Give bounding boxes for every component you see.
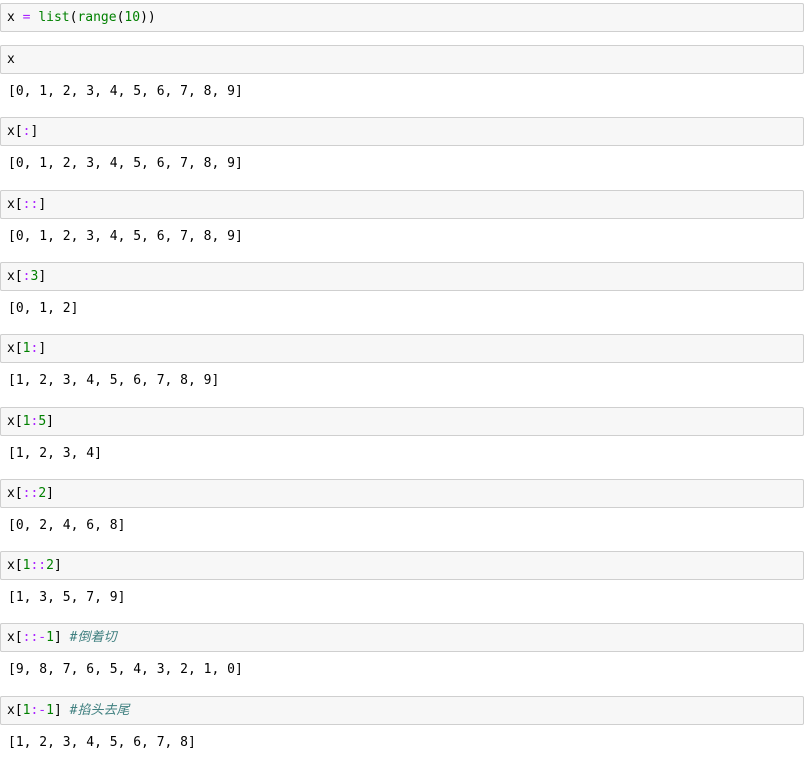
code-token-var: ] xyxy=(30,124,39,139)
code-token-builtin: list xyxy=(38,10,70,25)
code-token-var: x[ xyxy=(7,486,23,501)
code-line[interactable]: x[1:-1] #掐头去尾 xyxy=(7,703,129,719)
code-token-op: :: xyxy=(30,558,47,573)
code-token-num: 5 xyxy=(38,414,47,429)
cell-output: [1, 2, 3, 4, 5, 6, 7, 8, 9] xyxy=(8,373,220,388)
code-line[interactable]: x[1:] xyxy=(7,341,46,357)
code-token-var: ] xyxy=(53,558,62,573)
code-token-var: x[ xyxy=(7,630,23,645)
code-token-num: 2 xyxy=(38,486,47,501)
cell-output: [0, 1, 2, 3, 4, 5, 6, 7, 8, 9] xyxy=(8,156,243,171)
cell-output: [1, 2, 3, 4, 5, 6, 7, 8] xyxy=(8,735,196,750)
code-cell-input[interactable]: x[::-1] #倒着切 xyxy=(0,623,804,652)
code-token-var: ] xyxy=(53,630,70,645)
code-token-var: x[ xyxy=(7,341,23,356)
cell-output: [9, 8, 7, 6, 5, 4, 3, 2, 1, 0] xyxy=(8,662,243,677)
code-line[interactable]: x = list(range(10)) xyxy=(7,10,156,26)
code-cell-input[interactable]: x[1:] xyxy=(0,334,804,363)
code-line[interactable]: x[1::2] xyxy=(7,558,62,574)
code-token-op: :- xyxy=(30,703,47,718)
code-token-var: x[ xyxy=(7,414,23,429)
code-line[interactable]: x xyxy=(7,52,15,68)
code-line[interactable]: x[:] xyxy=(7,124,38,140)
code-cell-input[interactable]: x[::] xyxy=(0,190,804,219)
code-cell-input[interactable]: x[1::2] xyxy=(0,551,804,580)
code-token-var: x xyxy=(7,52,15,67)
code-token-var: )) xyxy=(140,10,156,25)
code-token-builtin: range xyxy=(77,10,117,25)
code-token-var: x[ xyxy=(7,269,23,284)
code-token-var: ] xyxy=(46,486,54,501)
code-token-num: 1 xyxy=(46,630,54,645)
code-token-var: ] xyxy=(38,269,47,284)
code-cell-input[interactable]: x[::2] xyxy=(0,479,804,508)
cell-output: [0, 1, 2, 3, 4, 5, 6, 7, 8, 9] xyxy=(8,229,243,244)
code-token-op: ::- xyxy=(22,630,47,645)
code-token-var: ] xyxy=(53,703,70,718)
code-token-num: 1 xyxy=(46,703,54,718)
code-token-num: 10 xyxy=(124,10,141,25)
code-line[interactable]: x[::] xyxy=(7,197,46,213)
cell-output: [0, 2, 4, 6, 8] xyxy=(8,518,126,533)
code-cell-input[interactable]: x[:] xyxy=(0,117,804,146)
code-line[interactable]: x[::2] xyxy=(7,486,54,502)
cell-output: [0, 1, 2] xyxy=(8,301,79,316)
code-token-comment: #掐头去尾 xyxy=(69,703,130,718)
code-token-num: 2 xyxy=(46,558,54,573)
code-line[interactable]: x[::-1] #倒着切 xyxy=(7,630,116,646)
code-token-var xyxy=(15,10,23,25)
code-cell-input[interactable]: x xyxy=(0,45,804,74)
cell-output: [1, 2, 3, 4] xyxy=(8,446,102,461)
code-token-op: :: xyxy=(22,197,39,212)
code-token-var: ] xyxy=(38,341,47,356)
code-line[interactable]: x[1:5] xyxy=(7,414,54,430)
code-cell-input[interactable]: x[:3] xyxy=(0,262,804,291)
code-token-var: x[ xyxy=(7,558,23,573)
code-token-comment: #倒着切 xyxy=(69,630,117,645)
code-cell-input[interactable]: x[1:5] xyxy=(0,407,804,436)
code-cell-input[interactable]: x = list(range(10)) xyxy=(0,3,804,32)
code-token-var: ] xyxy=(38,197,47,212)
code-token-op: :: xyxy=(22,486,39,501)
code-token-var: x xyxy=(7,10,15,25)
code-cell-input[interactable]: x[1:-1] #掐头去尾 xyxy=(0,696,804,725)
code-token-var: x[ xyxy=(7,124,23,139)
code-token-var: x[ xyxy=(7,197,23,212)
code-token-var: x[ xyxy=(7,703,23,718)
cell-output: [1, 3, 5, 7, 9] xyxy=(8,590,126,605)
code-line[interactable]: x[:3] xyxy=(7,269,46,285)
code-token-var: ] xyxy=(46,414,54,429)
cell-output: [0, 1, 2, 3, 4, 5, 6, 7, 8, 9] xyxy=(8,84,243,99)
